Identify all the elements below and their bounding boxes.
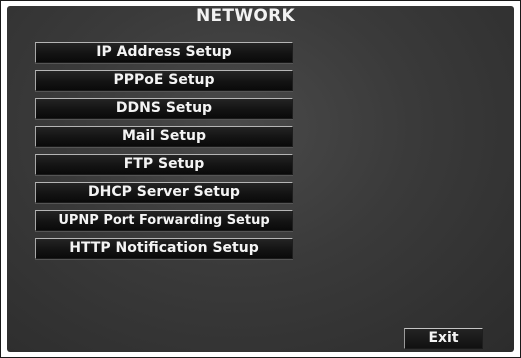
ip-address-setup-button[interactable]: IP Address Setup [35, 42, 293, 63]
http-notification-setup-button[interactable]: HTTP Notification Setup [35, 238, 293, 259]
exit-button[interactable]: Exit [404, 328, 483, 349]
network-menu: IP Address Setup PPPoE Setup DDNS Setup … [35, 42, 295, 266]
upnp-port-forwarding-setup-button[interactable]: UPNP Port Forwarding Setup [35, 210, 293, 231]
mail-setup-button[interactable]: Mail Setup [35, 126, 293, 147]
pppoe-setup-button[interactable]: PPPoE Setup [35, 70, 293, 91]
ftp-setup-button[interactable]: FTP Setup [35, 154, 293, 175]
network-menu-screen: NETWORK IP Address Setup PPPoE Setup DDN… [7, 6, 514, 352]
ddns-setup-button[interactable]: DDNS Setup [35, 98, 293, 119]
dhcp-server-setup-button[interactable]: DHCP Server Setup [35, 182, 293, 203]
photo-frame: NETWORK IP Address Setup PPPoE Setup DDN… [0, 0, 521, 358]
page-title: NETWORK [195, 6, 295, 26]
